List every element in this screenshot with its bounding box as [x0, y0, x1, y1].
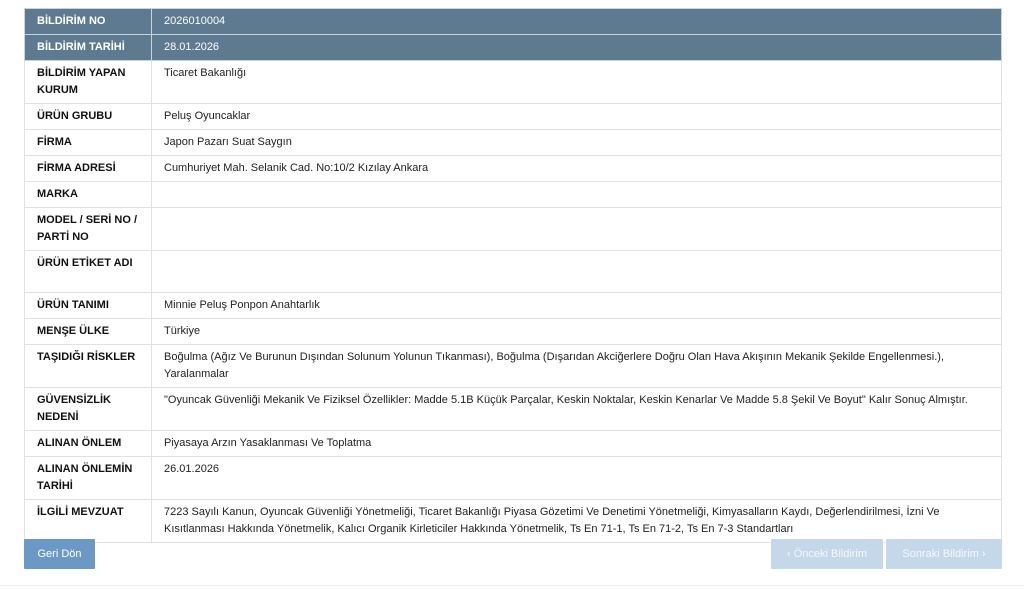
- row-related-legislation: İLGİLİ MEVZUAT 7223 Sayılı Kanun, Oyunca…: [24, 499, 1002, 543]
- row-notification-no: BİLDİRİM NO 2026010004: [24, 8, 1002, 35]
- previous-notification-label: Önceki Bildirim: [793, 548, 868, 560]
- row-company-address: FİRMA ADRESİ Cumhuriyet Mah. Selanik Cad…: [24, 155, 1002, 182]
- label-company-address: FİRMA ADRESİ: [24, 155, 152, 182]
- row-product-group: ÜRÜN GRUBU Peluş Oyuncaklar: [24, 103, 1002, 130]
- label-risks: TAŞIDIĞI RİSKLER: [24, 344, 152, 388]
- next-notification-label: Sonraki Bildirim: [902, 548, 979, 560]
- notification-detail-table: BİLDİRİM NO 2026010004 BİLDİRİM TARİHİ 2…: [24, 8, 1002, 543]
- value-product-description: Minnie Peluş Ponpon Anahtarlık: [151, 292, 1002, 319]
- row-model-serial-batch: MODEL / SERİ NO / PARTİ NO: [24, 207, 1002, 251]
- value-notification-date: 28.01.2026: [151, 34, 1002, 61]
- label-company: FİRMA: [24, 129, 152, 156]
- row-product-label-name: ÜRÜN ETİKET ADI: [24, 250, 1002, 293]
- label-measure-taken: ALINAN ÖNLEM: [24, 430, 152, 457]
- row-notification-date: BİLDİRİM TARİHİ 28.01.2026: [24, 34, 1002, 61]
- value-product-group: Peluş Oyuncaklar: [151, 103, 1002, 130]
- row-product-description: ÜRÜN TANIMI Minnie Peluş Ponpon Anahtarl…: [24, 292, 1002, 319]
- footer-divider: [0, 585, 1024, 586]
- value-notification-no: 2026010004: [151, 8, 1002, 35]
- label-product-group: ÜRÜN GRUBU: [24, 103, 152, 130]
- previous-notification-button[interactable]: ‹ Önceki Bildirim: [771, 539, 883, 569]
- next-notification-button[interactable]: Sonraki Bildirim ›: [886, 539, 1002, 569]
- chevron-right-icon: ›: [981, 548, 986, 560]
- chevron-left-icon: ‹: [786, 548, 791, 560]
- row-brand: MARKA: [24, 181, 1002, 208]
- label-reporting-agency: BİLDİRİM YAPAN KURUM: [24, 60, 152, 104]
- row-non-compliance-reason: GÜVENSİZLİK NEDENİ "Oyuncak Güvenliği Me…: [24, 387, 1002, 431]
- label-notification-no: BİLDİRİM NO: [24, 8, 152, 35]
- value-measure-taken: Piyasaya Arzın Yasaklanması Ve Toplatma: [151, 430, 1002, 457]
- notification-detail-page: BİLDİRİM NO 2026010004 BİLDİRİM TARİHİ 2…: [0, 0, 1024, 589]
- value-measure-date: 26.01.2026: [151, 456, 1002, 500]
- label-notification-date: BİLDİRİM TARİHİ: [24, 34, 152, 61]
- value-brand: [151, 181, 1002, 208]
- value-origin-country: Türkiye: [151, 318, 1002, 345]
- value-product-label-name: [151, 250, 1002, 293]
- label-related-legislation: İLGİLİ MEVZUAT: [24, 499, 152, 543]
- row-company: FİRMA Japon Pazarı Suat Saygın: [24, 129, 1002, 156]
- value-model-serial-batch: [151, 207, 1002, 251]
- label-non-compliance-reason: GÜVENSİZLİK NEDENİ: [24, 387, 152, 431]
- label-measure-date: ALINAN ÖNLEMİN TARİHİ: [24, 456, 152, 500]
- value-non-compliance-reason: "Oyuncak Güvenliği Mekanik Ve Fiziksel Ö…: [151, 387, 1002, 431]
- value-company: Japon Pazarı Suat Saygın: [151, 129, 1002, 156]
- value-related-legislation: 7223 Sayılı Kanun, Oyuncak Güvenliği Yön…: [151, 499, 1002, 543]
- row-measure-taken: ALINAN ÖNLEM Piyasaya Arzın Yasaklanması…: [24, 430, 1002, 457]
- row-origin-country: MENŞE ÜLKE Türkiye: [24, 318, 1002, 345]
- value-risks: Boğulma (Ağız Ve Burunun Dışından Solunu…: [151, 344, 1002, 388]
- value-reporting-agency: Ticaret Bakanlığı: [151, 60, 1002, 104]
- label-brand: MARKA: [24, 181, 152, 208]
- label-product-description: ÜRÜN TANIMI: [24, 292, 152, 319]
- label-model-serial-batch: MODEL / SERİ NO / PARTİ NO: [24, 207, 152, 251]
- row-measure-date: ALINAN ÖNLEMİN TARİHİ 26.01.2026: [24, 456, 1002, 500]
- back-button[interactable]: Geri Dön: [24, 539, 95, 569]
- label-product-label-name: ÜRÜN ETİKET ADI: [24, 250, 152, 293]
- row-reporting-agency: BİLDİRİM YAPAN KURUM Ticaret Bakanlığı: [24, 60, 1002, 104]
- row-risks: TAŞIDIĞI RİSKLER Boğulma (Ağız Ve Burunu…: [24, 344, 1002, 388]
- label-origin-country: MENŞE ÜLKE: [24, 318, 152, 345]
- value-company-address: Cumhuriyet Mah. Selanik Cad. No:10/2 Kız…: [151, 155, 1002, 182]
